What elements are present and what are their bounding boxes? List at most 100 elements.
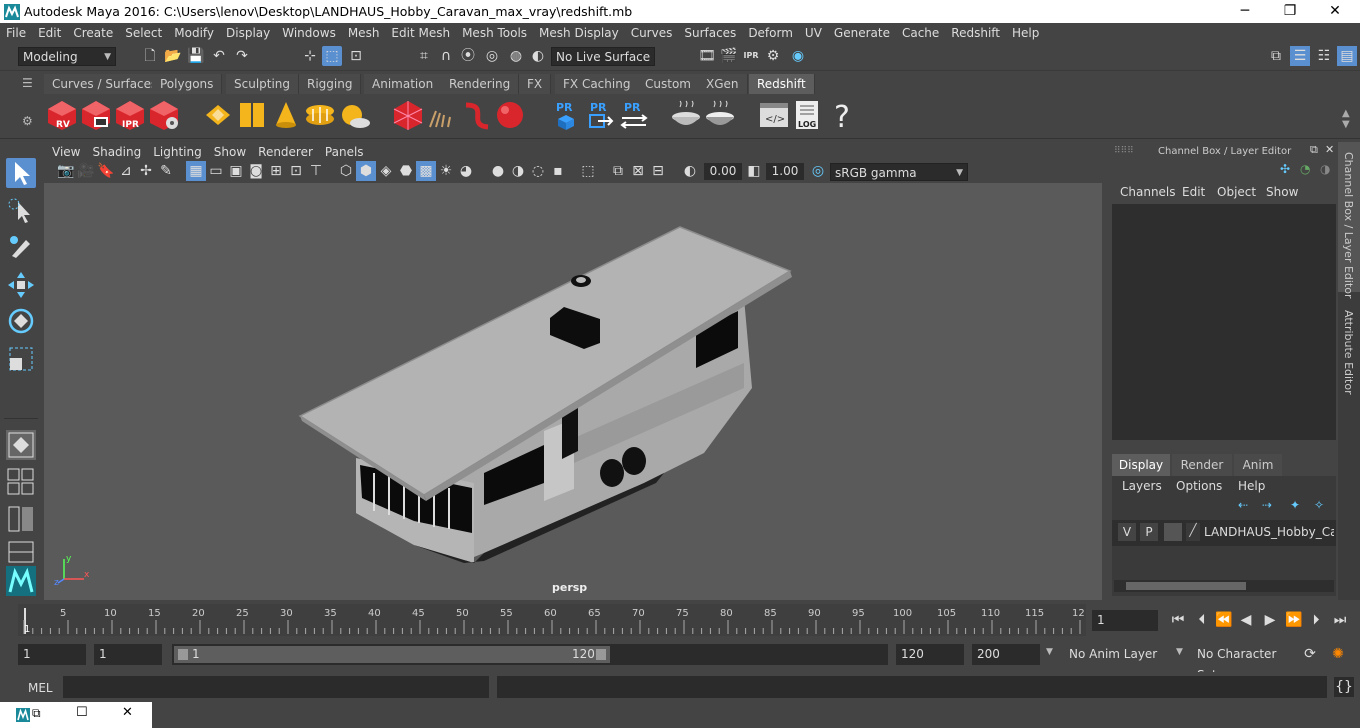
smooth-shade-icon[interactable]: ⬢	[356, 161, 376, 181]
snap-curve-icon[interactable]: ∩	[436, 46, 456, 66]
redshift-shader-icon[interactable]	[704, 99, 736, 131]
xray-active-icon[interactable]: ⊠	[628, 161, 648, 181]
select-component-icon[interactable]: ⊡	[346, 46, 366, 66]
menu-windows[interactable]: Windows	[276, 23, 342, 40]
range-bar[interactable]: 1 120	[174, 646, 610, 663]
redshift-sphere-icon[interactable]	[494, 99, 526, 131]
shelf-scroll-icon[interactable]: ▲ ▼	[1342, 108, 1350, 130]
gamma-field[interactable]: 1.00	[766, 163, 804, 180]
outliner-layout-icon[interactable]	[6, 504, 36, 534]
tab-rendering[interactable]: Rendering	[441, 74, 520, 94]
layer-playback-toggle[interactable]: P	[1140, 523, 1158, 541]
command-input[interactable]	[63, 676, 489, 698]
tab-xgen[interactable]: XGen	[698, 74, 748, 94]
menu-redshift[interactable]: Redshift	[945, 23, 1006, 40]
timeline-ruler[interactable]: 1 5 10 15 20 25 30 35 40 45 50 55 60 65 …	[18, 604, 1086, 636]
render-view-icon[interactable]: 🎞	[697, 46, 717, 66]
speed-icon[interactable]: ◔	[1300, 162, 1310, 176]
shelf-settings-icon[interactable]: ⚙	[22, 114, 33, 128]
range-handle-start[interactable]	[178, 649, 188, 660]
move-layer-down-icon[interactable]: ⇢	[1262, 498, 1272, 512]
menu-mesh-display[interactable]: Mesh Display	[533, 23, 625, 40]
new-scene-icon[interactable]: 🗋	[140, 46, 160, 66]
isolate-select-icon[interactable]: ▪	[548, 161, 568, 181]
tab-polygons[interactable]: Polygons	[152, 74, 223, 94]
make-live-icon[interactable]: ◐	[528, 46, 548, 66]
snap-view-icon[interactable]: ◎	[482, 46, 502, 66]
use-all-lights-icon[interactable]: ▩	[416, 161, 436, 181]
menu-create[interactable]: Create	[67, 23, 119, 40]
animation-start-field[interactable]: 1	[18, 644, 86, 665]
animation-preferences-icon[interactable]: ✺	[1328, 644, 1348, 664]
move-tool-icon[interactable]	[6, 270, 36, 300]
redshift-pr-export-icon[interactable]: PR	[584, 99, 616, 131]
redshift-render-view-icon[interactable]: RV	[46, 99, 78, 131]
manipulator-icon[interactable]: ✣	[1280, 162, 1290, 176]
grid-toggle-icon[interactable]: ▦	[186, 161, 206, 181]
scale-tool-icon[interactable]	[6, 344, 36, 374]
step-forward-frame-icon[interactable]: ⏵	[1306, 610, 1326, 630]
redshift-pr-transfer-icon[interactable]: PR	[618, 99, 650, 131]
script-language-label[interactable]: MEL	[28, 681, 53, 695]
panel-grip-icon[interactable]: ⠿⠿⠿	[1114, 146, 1134, 156]
layer-scrollbar[interactable]	[1114, 580, 1334, 592]
field-chart-icon[interactable]: ⊞	[266, 161, 286, 181]
playback-end-field[interactable]: 120	[896, 644, 964, 665]
viewport-menu-view[interactable]: View	[44, 142, 86, 159]
step-back-frame-icon[interactable]: ⏴	[1192, 610, 1212, 630]
hyper-icon[interactable]: ◑	[1320, 162, 1330, 176]
ipr-render-icon[interactable]: IPR	[741, 46, 761, 66]
maximize-icon[interactable]: ☐	[76, 705, 88, 720]
layer-scrollbar-thumb[interactable]	[1126, 582, 1246, 590]
chevron-down-icon[interactable]: ▼	[1176, 647, 1183, 657]
close-icon[interactable]: ✕	[122, 705, 133, 720]
menu-help[interactable]: Help	[1006, 23, 1045, 40]
tab-fx-caching[interactable]: FX Caching	[555, 74, 640, 94]
redshift-ipr-icon[interactable]: IPR	[114, 99, 146, 131]
redshift-log-icon[interactable]: LOG	[792, 99, 824, 131]
save-scene-icon[interactable]: 💾	[186, 46, 206, 66]
play-forwards-icon[interactable]: ▶	[1260, 610, 1280, 630]
toggle-channel-box-icon[interactable]: ▤	[1337, 46, 1357, 66]
shadows-icon[interactable]: ☀	[436, 161, 456, 181]
color-management-icon[interactable]: ◎	[808, 161, 828, 181]
menu-edit[interactable]: Edit	[32, 23, 67, 40]
layer-name[interactable]: LANDHAUS_Hobby_Cara	[1204, 525, 1334, 539]
redshift-help-icon[interactable]: ?	[826, 99, 858, 131]
redshift-hair-icon[interactable]	[426, 99, 458, 131]
viewport-persp[interactable]: y x z persp	[44, 183, 1102, 600]
toggle-tool-settings-icon[interactable]: ☷	[1314, 46, 1334, 66]
lasso-tool-icon[interactable]	[6, 196, 36, 226]
redshift-mesh-params-icon[interactable]	[236, 99, 268, 131]
menu-display[interactable]: Display	[220, 23, 276, 40]
redshift-curve-icon[interactable]	[460, 99, 492, 131]
pan-zoom-icon[interactable]: ✢	[136, 161, 156, 181]
new-layer-icon[interactable]: ✦	[1290, 498, 1300, 512]
layer-tab-render[interactable]: Render	[1172, 454, 1232, 476]
xray-joints-icon[interactable]: ⧉	[608, 161, 628, 181]
select-hierarchy-icon[interactable]: ⊹	[300, 46, 320, 66]
script-editor-icon[interactable]: {}	[1334, 677, 1354, 697]
go-to-end-icon[interactable]: ⏭	[1330, 610, 1350, 630]
safe-title-icon[interactable]: ⊤	[306, 161, 326, 181]
viewport-menu-renderer[interactable]: Renderer	[252, 142, 319, 159]
snap-surface-icon[interactable]: ◍	[506, 46, 526, 66]
layer-visibility-toggle[interactable]: V	[1118, 523, 1136, 541]
camera-attributes-icon[interactable]: 📷	[56, 161, 76, 181]
mode-selector[interactable]: Modeling ▼	[18, 47, 116, 66]
menu-generate[interactable]: Generate	[828, 23, 896, 40]
wireframe-on-shaded-icon[interactable]: ◈	[376, 161, 396, 181]
toggle-attribute-editor-icon[interactable]: ☰	[1290, 46, 1310, 66]
playback-start-field[interactable]: 1	[94, 644, 162, 665]
menu-uv[interactable]: UV	[799, 23, 828, 40]
bookmark-icon[interactable]: 🔖	[96, 161, 116, 181]
resolution-gate-icon[interactable]: ▣	[226, 161, 246, 181]
viewport-menu-shading[interactable]: Shading	[86, 142, 147, 159]
live-surface-field[interactable]: No Live Surface	[551, 47, 655, 66]
step-forward-key-icon[interactable]: ⏩	[1284, 610, 1304, 630]
menu-cache[interactable]: Cache	[896, 23, 945, 40]
side-tab-attribute-editor[interactable]: Attribute Editor	[1342, 310, 1355, 395]
layer-tab-anim[interactable]: Anim	[1234, 454, 1282, 476]
exposure-field[interactable]: 0.00	[704, 163, 742, 180]
channels-menu-object[interactable]: Object	[1217, 185, 1256, 199]
